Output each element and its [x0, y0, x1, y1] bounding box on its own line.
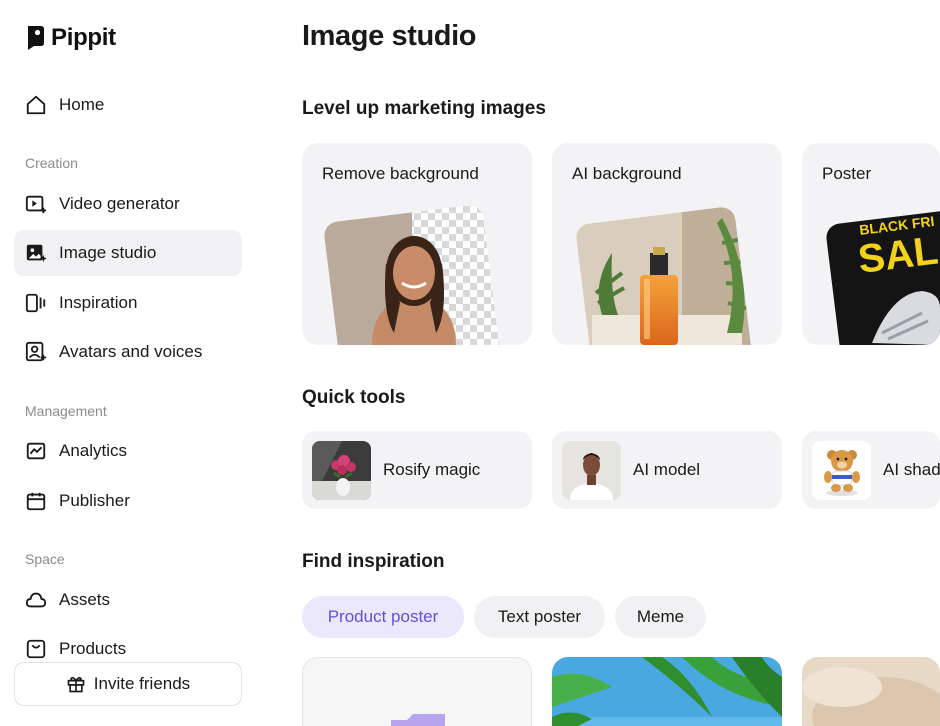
- ai-model-thumbnail: [562, 440, 621, 500]
- invite-friends-label: Invite friends: [93, 674, 191, 693]
- quick-tools-heading: Quick tools: [302, 387, 406, 408]
- invite-friends-button[interactable]: Invite friends: [14, 662, 242, 706]
- sidebar: Pippit Home Creation Video generator Ima…: [0, 0, 258, 726]
- chart-icon: [26, 442, 46, 460]
- sidebar-item-assets[interactable]: Assets: [14, 577, 242, 623]
- image-sparkle-icon: [26, 244, 47, 263]
- page-title: Image studio: [302, 20, 477, 52]
- chip-product-poster[interactable]: Product poster: [302, 596, 464, 638]
- tool-label: Rosify magic: [383, 460, 481, 479]
- sidebar-item-label: Video generator: [59, 194, 180, 213]
- sidebar-item-publisher[interactable]: Publisher: [14, 478, 242, 524]
- card-label: AI background: [572, 164, 682, 183]
- sidebar-item-label: Publisher: [59, 491, 130, 510]
- tool-rosify-magic[interactable]: Rosify magic: [302, 431, 532, 509]
- sidebar-item-home[interactable]: Home: [14, 82, 242, 128]
- sidebar-item-video-generator[interactable]: Video generator: [14, 181, 242, 227]
- beige-texture-image: [802, 657, 940, 726]
- card-poster[interactable]: BLACK FRI SAL Poster: [802, 143, 940, 345]
- palm-leaves-image: [552, 657, 782, 726]
- app-name: Pippit: [51, 24, 116, 51]
- sidebar-item-label: Image studio: [59, 243, 157, 262]
- calendar-icon: [26, 492, 46, 511]
- inspiration-icon: [25, 293, 46, 313]
- card-label: Poster: [822, 164, 872, 183]
- pippit-logo-icon: [28, 26, 44, 50]
- inspiration-card-1[interactable]: [302, 657, 532, 726]
- tool-ai-shadow[interactable]: AI shad: [802, 431, 940, 509]
- bag-icon: [26, 639, 46, 659]
- video-plus-icon: [25, 195, 47, 214]
- card-label: Remove background: [322, 164, 479, 183]
- sidebar-item-label: Assets: [59, 590, 111, 609]
- chip-text-poster[interactable]: Text poster: [474, 596, 605, 638]
- sidebar-item-label: Home: [59, 95, 105, 114]
- ai-shadow-thumbnail: [812, 440, 871, 500]
- app-logo[interactable]: Pippit: [25, 24, 116, 52]
- chip-meme[interactable]: Meme: [615, 596, 706, 638]
- folder-icon: [391, 714, 445, 726]
- sidebar-item-analytics[interactable]: Analytics: [14, 428, 242, 474]
- sidebar-item-label: Inspiration: [59, 293, 138, 312]
- card-remove-background[interactable]: Remove background: [302, 143, 532, 345]
- sidebar-item-label: Analytics: [59, 441, 128, 460]
- sidebar-item-avatars-and-voices[interactable]: Avatars and voices: [14, 329, 242, 375]
- sidebar-item-inspiration[interactable]: Inspiration: [14, 280, 242, 326]
- inspiration-card-2[interactable]: [552, 657, 782, 726]
- section-label-space: Space: [25, 551, 65, 567]
- gift-icon: [67, 676, 85, 693]
- rosify-thumbnail: [312, 440, 371, 500]
- inspiration-card-3[interactable]: [802, 657, 940, 726]
- inspiration-heading: Find inspiration: [302, 551, 445, 572]
- avatar-icon: [25, 341, 47, 362]
- home-icon: [26, 95, 46, 115]
- section-label-management: Management: [25, 403, 107, 419]
- sidebar-item-label: Avatars and voices: [59, 342, 203, 361]
- cloud-icon: [25, 592, 47, 608]
- marketing-heading: Level up marketing images: [302, 98, 546, 119]
- sidebar-item-label: Products: [59, 639, 127, 658]
- tool-ai-model[interactable]: AI model: [552, 431, 782, 509]
- sidebar-item-image-studio[interactable]: Image studio: [14, 230, 242, 276]
- tool-label: AI shad: [883, 460, 940, 479]
- tool-label: AI model: [633, 460, 701, 479]
- section-label-creation: Creation: [25, 155, 78, 171]
- card-ai-background[interactable]: AI background: [552, 143, 782, 345]
